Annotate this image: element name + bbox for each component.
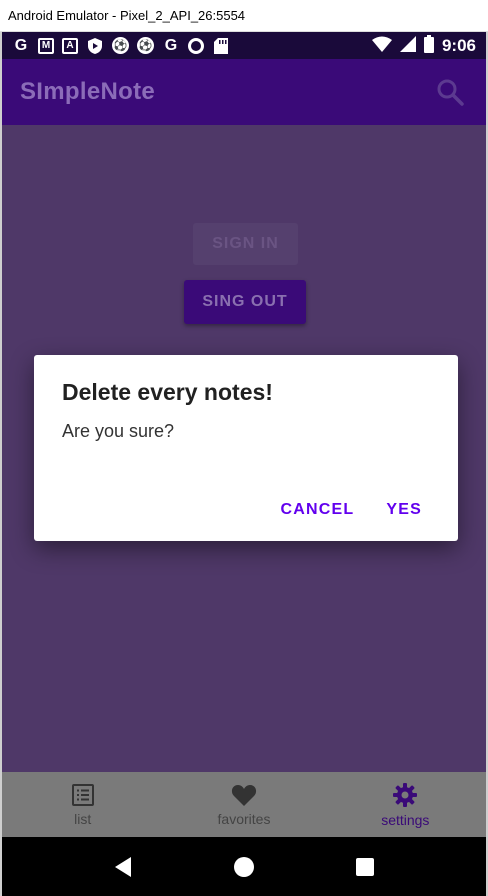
- system-navigation-bar: [2, 837, 486, 896]
- app-bar: SImpleNote: [2, 59, 486, 125]
- nav-item-favorites[interactable]: favorites: [163, 772, 324, 837]
- a-icon: A: [62, 37, 78, 54]
- gmail-icon: M: [38, 37, 54, 54]
- search-icon: [437, 79, 464, 106]
- battery-icon: [423, 34, 434, 57]
- cancel-button[interactable]: CANCEL: [281, 501, 355, 519]
- search-button[interactable]: [432, 74, 468, 110]
- bottom-navigation: list favorites settings: [2, 772, 486, 837]
- confirm-delete-dialog: Delete every notes! Are you sure? CANCEL…: [34, 355, 458, 541]
- heart-icon: [231, 784, 257, 806]
- soccer-icon: ⚽: [137, 37, 154, 54]
- status-time: 9:06: [441, 35, 476, 55]
- dialog-title: Delete every notes!: [62, 379, 273, 405]
- shield-icon: [86, 37, 104, 55]
- recents-button[interactable]: [345, 847, 385, 887]
- back-button[interactable]: [103, 847, 143, 887]
- nav-item-settings[interactable]: settings: [325, 772, 486, 837]
- nav-label-settings: settings: [381, 811, 430, 828]
- home-button[interactable]: [224, 847, 264, 887]
- nav-label-favorites: favorites: [217, 810, 271, 827]
- signal-icon: [399, 35, 416, 56]
- back-icon: [114, 856, 131, 877]
- gear-icon: [393, 782, 418, 807]
- home-icon: [233, 856, 254, 877]
- device-screen: G M A ⚽ ⚽ G 9:06 SImpleNote SIGN IN SING…: [0, 32, 488, 896]
- app-title: SImpleNote: [20, 78, 156, 105]
- sign-out-button[interactable]: SING OUT: [184, 280, 306, 324]
- system-status: 9:06: [371, 34, 476, 57]
- dialog-actions: CANCEL YES: [281, 501, 423, 519]
- dialog-message: Are you sure?: [62, 421, 175, 441]
- sd-card-icon: [212, 37, 230, 55]
- status-bar: G M A ⚽ ⚽ G 9:06: [2, 32, 486, 59]
- sign-in-button[interactable]: SIGN IN: [193, 223, 298, 265]
- soccer-icon: ⚽: [112, 37, 129, 54]
- g-icon: G: [14, 36, 28, 54]
- emulator-window-title: Android Emulator - Pixel_2_API_26:5554: [0, 0, 488, 32]
- nav-item-list[interactable]: list: [2, 772, 163, 837]
- yes-button[interactable]: YES: [386, 501, 422, 519]
- list-icon: [71, 783, 94, 806]
- circle-icon: [188, 37, 204, 54]
- recents-icon: [356, 857, 375, 876]
- wifi-icon: [371, 36, 392, 56]
- g-icon: G: [164, 36, 178, 54]
- nav-label-list: list: [74, 810, 92, 827]
- notification-icons: G M A ⚽ ⚽ G: [12, 37, 230, 55]
